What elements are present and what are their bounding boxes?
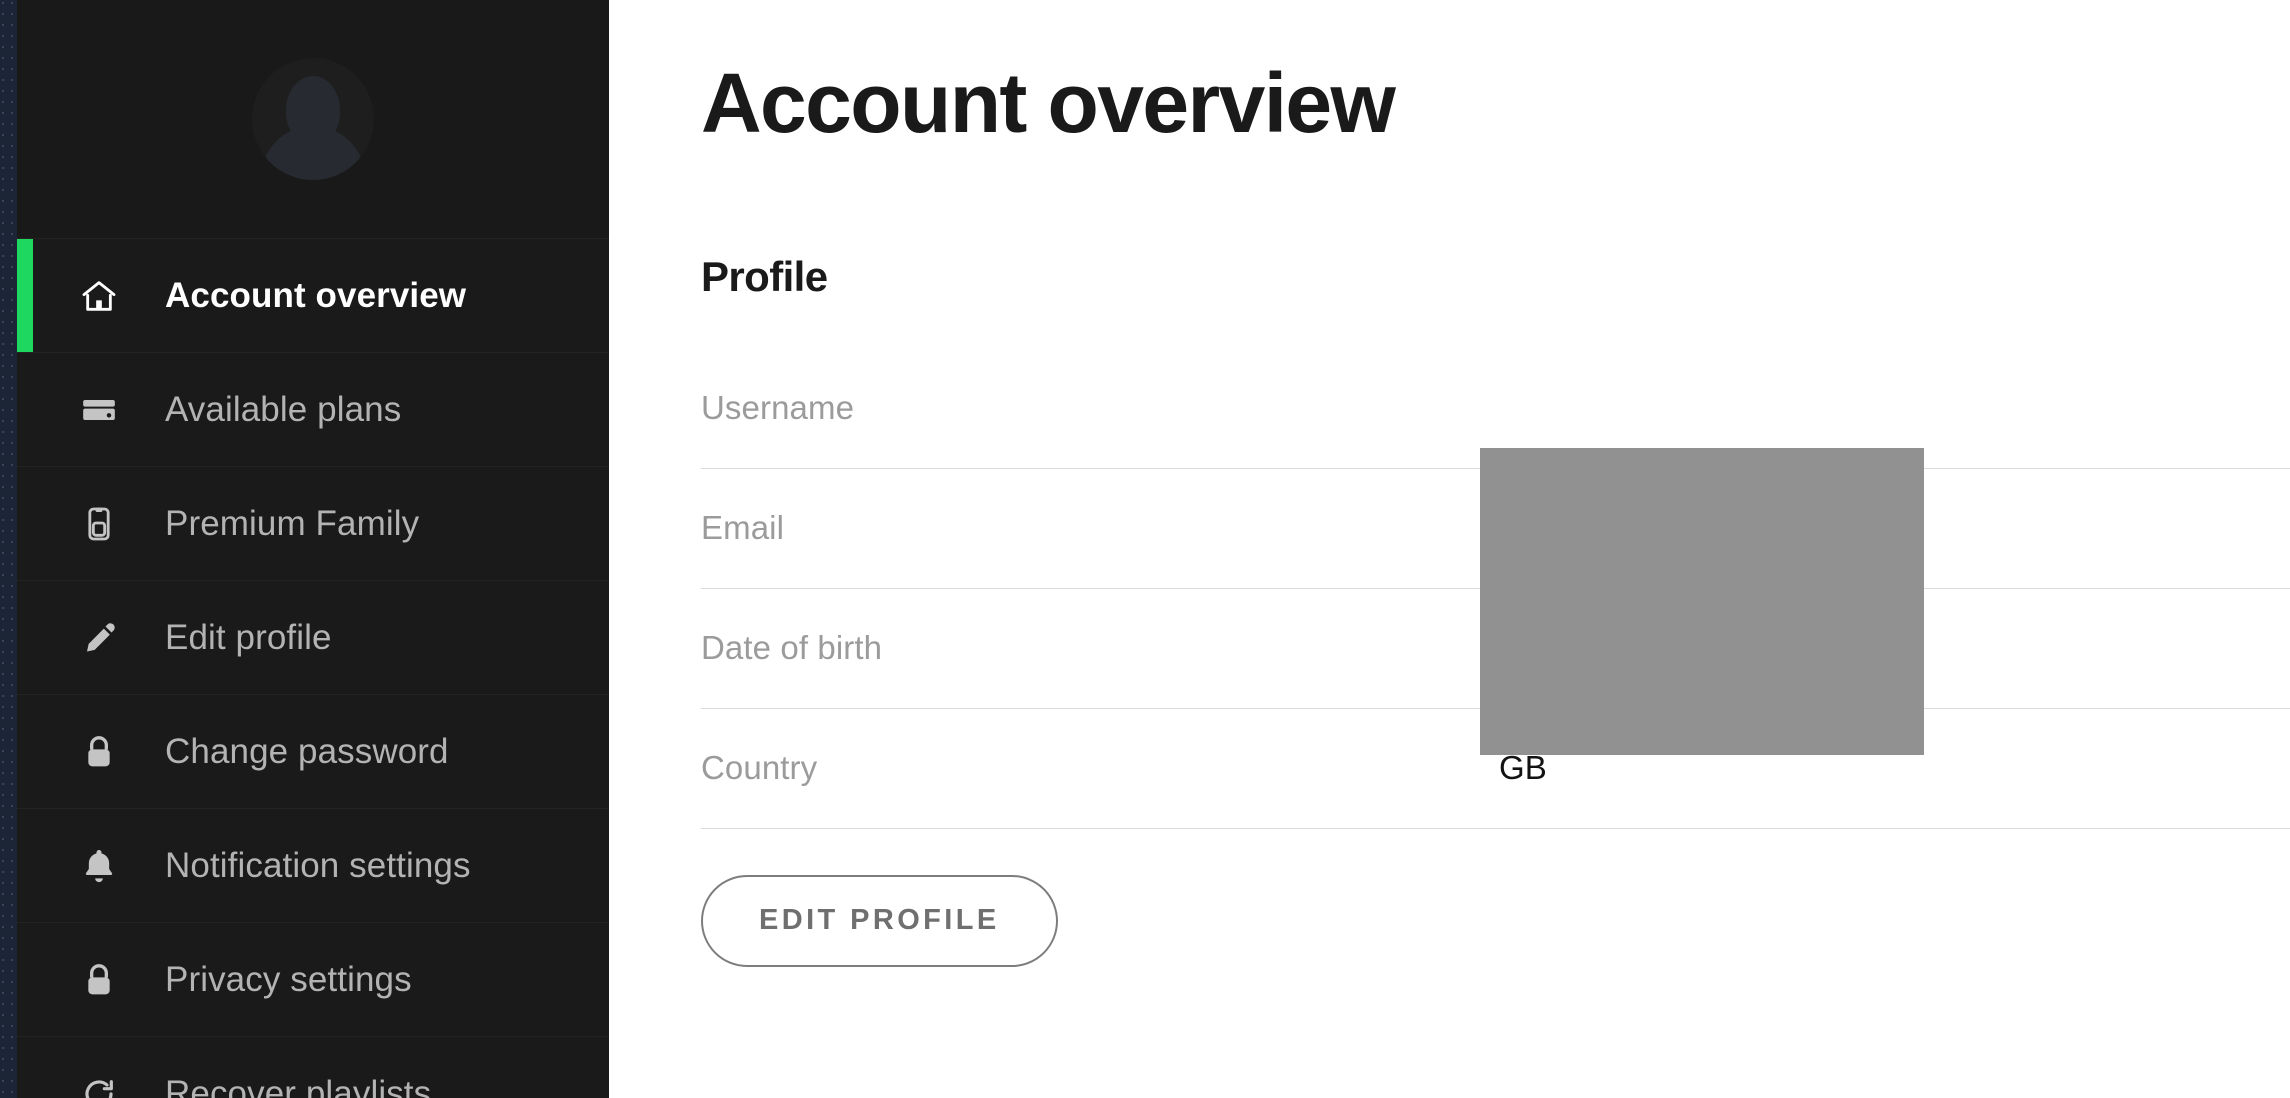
redaction-overlay (1480, 448, 1924, 755)
lock-icon (77, 730, 121, 774)
avatar-body-shape (261, 126, 365, 180)
edit-profile-button[interactable]: EDIT PROFILE (701, 874, 1058, 967)
row-label-country: Country (701, 749, 818, 787)
refresh-icon (77, 1072, 121, 1098)
row-label-date-of-birth: Date of birth (701, 629, 883, 667)
main-content: Account overview Profile Username Email … (609, 0, 2290, 1098)
sidebar-item-recover-playlists[interactable]: Recover playlists (17, 1036, 609, 1098)
sidebar-item-label: Account overview (165, 275, 467, 315)
device-icon (77, 502, 121, 546)
sidebar: Account overview Available plans Premium… (17, 0, 609, 1098)
home-icon (77, 274, 121, 318)
section-title-profile: Profile (701, 252, 828, 300)
lock-icon (77, 958, 121, 1002)
sidebar-item-label: Change password (165, 731, 449, 771)
pencil-icon (77, 616, 121, 660)
sidebar-item-available-plans[interactable]: Available plans (17, 352, 609, 466)
credit-card-icon (77, 388, 121, 432)
sidebar-item-label: Notification settings (165, 845, 471, 885)
sidebar-item-account-overview[interactable]: Account overview (17, 238, 609, 352)
sidebar-item-label: Premium Family (165, 503, 420, 543)
bell-icon (77, 844, 121, 888)
account-settings-page: Account overview Available plans Premium… (0, 0, 2290, 1098)
row-label-email: Email (701, 509, 785, 547)
row-label-username: Username (701, 389, 855, 427)
left-edge-rail (0, 0, 17, 1098)
sidebar-item-notification-settings[interactable]: Notification settings (17, 808, 609, 922)
sidebar-header (17, 0, 609, 238)
sidebar-item-edit-profile[interactable]: Edit profile (17, 580, 609, 694)
sidebar-item-label: Recover playlists (165, 1073, 432, 1098)
sidebar-item-change-password[interactable]: Change password (17, 694, 609, 808)
sidebar-item-label: Edit profile (165, 617, 332, 657)
page-title: Account overview (701, 56, 1396, 150)
sidebar-item-label: Privacy settings (165, 959, 412, 999)
avatar[interactable] (252, 58, 374, 180)
sidebar-item-premium-family[interactable]: Premium Family (17, 466, 609, 580)
sidebar-item-label: Available plans (165, 389, 402, 429)
sidebar-nav: Account overview Available plans Premium… (17, 238, 609, 1098)
sidebar-item-privacy-settings[interactable]: Privacy settings (17, 922, 609, 1036)
